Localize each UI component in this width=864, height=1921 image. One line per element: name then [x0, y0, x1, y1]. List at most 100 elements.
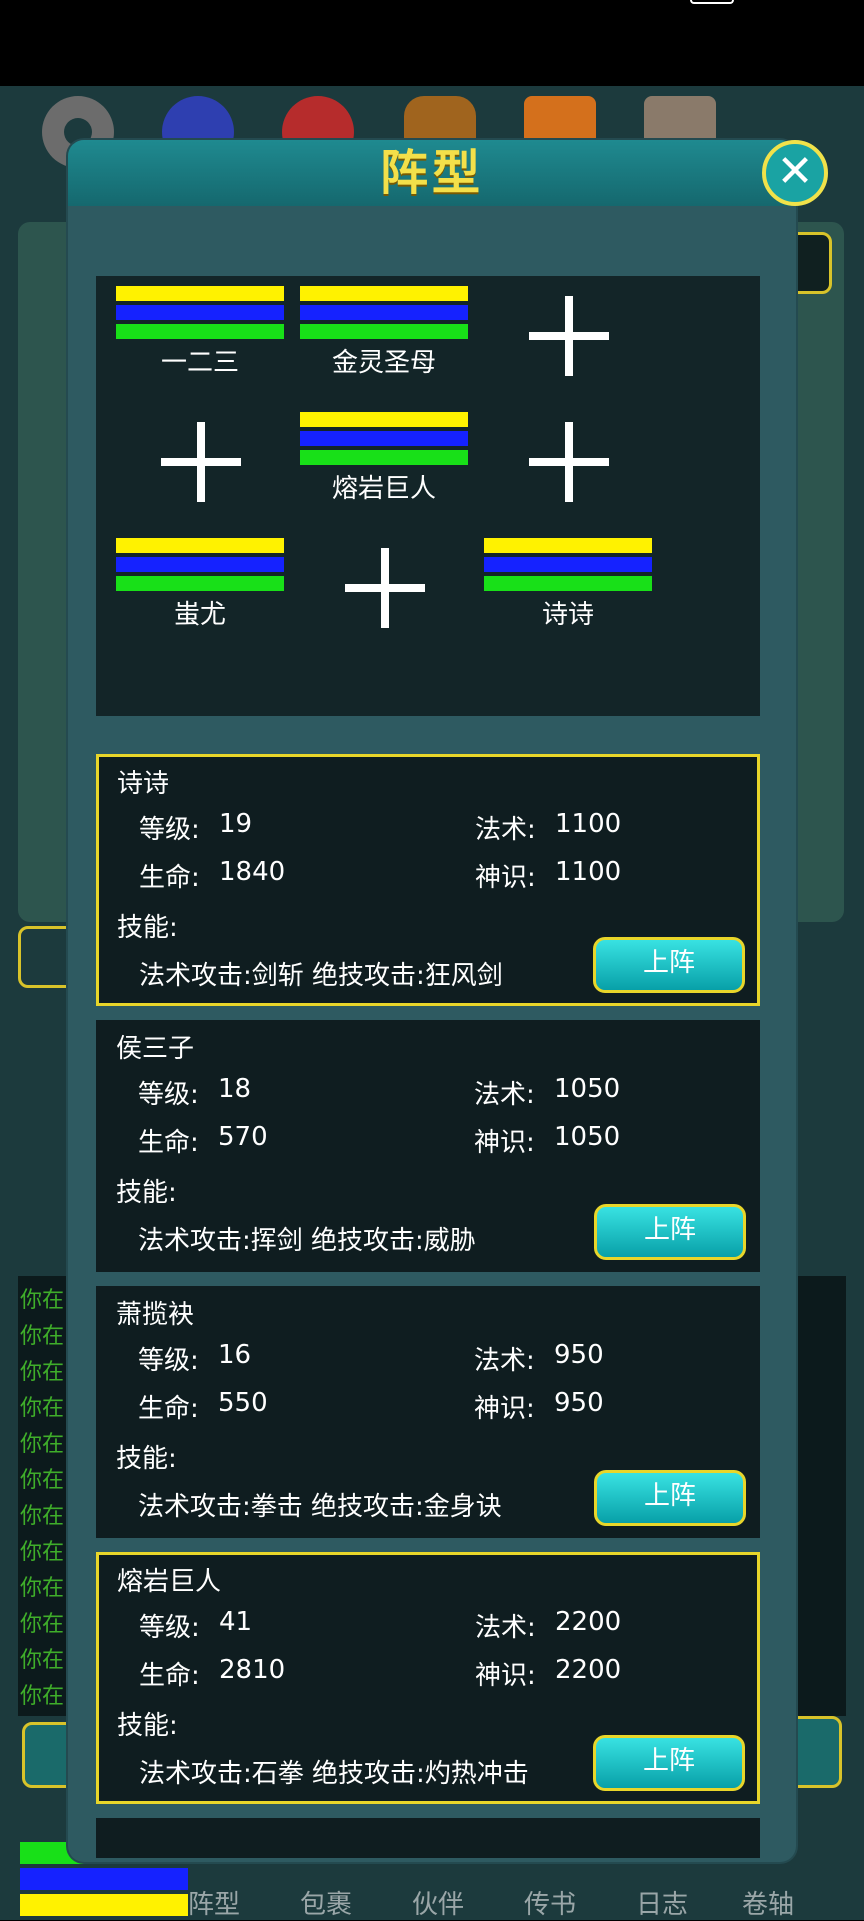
hero-card-partial[interactable] [96, 1818, 760, 1858]
formation-slot-2[interactable]: 金灵圣母 [300, 276, 470, 416]
formation-slot-name: 熔岩巨人 [331, 474, 436, 504]
log-line: 你在 [20, 1360, 65, 1385]
add-hero-plus-icon[interactable] [529, 422, 609, 502]
formation-slot-6[interactable] [484, 402, 654, 542]
modal-header: 阵型 [68, 140, 796, 206]
hp-label: 生命: [139, 1661, 200, 1691]
formation-slot-4[interactable] [116, 402, 286, 542]
skills-label: 技能: [117, 1711, 178, 1741]
hero-flag-icon [300, 286, 468, 343]
sense-value: 1100 [555, 857, 622, 887]
close-button[interactable]: ✕ [762, 140, 828, 206]
modal-title: 阵型 [379, 145, 484, 201]
magic-value: 950 [554, 1340, 604, 1370]
log-line: 你在 [20, 1648, 65, 1673]
hero-card[interactable]: 熔岩巨人等级: 41 法术: 2200 生命: 2810 神识: 2200 技能: 法术攻击:石拳… [96, 1552, 760, 1804]
log-line: 你在 [20, 1684, 65, 1709]
log-line: 你在 [20, 1396, 65, 1421]
hero-list[interactable]: 诗诗等级: 19 法术: 1100 生命: 1840 神识: 1100 技能: 法术攻击:剑斩 绝… [96, 754, 760, 1862]
magic-value: 1050 [554, 1074, 621, 1104]
hero-name: 萧揽袂 [116, 1300, 195, 1330]
formation-modal: 阵型 一二三 金灵圣母 熔岩巨人 蚩尤 诗诗 诗诗 等级: 19 法术: 1100 生命: 1840… [68, 140, 796, 1862]
formation-slot-7[interactable]: 蚩尤 [116, 528, 286, 668]
nav-item[interactable]: 卷轴 [718, 1884, 818, 1921]
sense-label: 神识: [475, 1661, 536, 1691]
level-value: 19 [219, 809, 253, 839]
deploy-button[interactable]: 上阵 [593, 937, 745, 993]
magic-label: 法术: [474, 1346, 535, 1376]
hero-flag-icon [116, 538, 284, 595]
log-line: 你在 [20, 1612, 65, 1637]
log-line: 你在 [20, 1540, 65, 1565]
status-bar [0, 0, 864, 86]
hp-value: 550 [218, 1388, 268, 1418]
deploy-button[interactable]: 上阵 [594, 1204, 746, 1260]
add-hero-plus-icon[interactable] [161, 422, 241, 502]
hp-label: 生命: [138, 1128, 199, 1158]
skills-text: 法术攻击:石拳 绝技攻击:灼热冲击 [139, 1759, 529, 1789]
deploy-button[interactable]: 上阵 [594, 1470, 746, 1526]
hero-flag-icon [484, 538, 652, 595]
deploy-button[interactable]: 上阵 [593, 1735, 745, 1791]
hp-label: 生命: [139, 863, 200, 893]
sense-label: 神识: [474, 1394, 535, 1424]
hero-card[interactable]: 萧揽袂 等级: 16 法术: 950 生命: 550 神识: 950 技能: 法术攻击:拳击 绝技攻… [96, 1286, 760, 1538]
level-label: 等级: [139, 1613, 200, 1643]
skills-text: 法术攻击:挥剑 绝技攻击:威胁 [138, 1226, 476, 1256]
log-line: 你在 [20, 1432, 65, 1457]
magic-label: 法术: [474, 1080, 535, 1110]
formation-slot-9[interactable]: 诗诗 [484, 528, 654, 668]
skills-text: 法术攻击:剑斩 绝技攻击:狂风剑 [139, 961, 503, 991]
sense-label: 神识: [475, 863, 536, 893]
sense-value: 1050 [554, 1122, 621, 1152]
level-label: 等级: [139, 815, 200, 845]
hero-flag-icon [116, 286, 284, 343]
formation-slot-name: 蚩尤 [173, 600, 226, 630]
sense-value: 950 [554, 1388, 604, 1418]
formation-slot-1[interactable]: 一二三 [116, 276, 286, 416]
battery-icon [690, 0, 734, 4]
level-label: 等级: [138, 1080, 199, 1110]
magic-value: 2200 [555, 1607, 622, 1637]
hp-value: 1840 [219, 857, 286, 887]
level-value: 16 [218, 1340, 252, 1370]
formation-slot-name: 诗诗 [541, 600, 594, 630]
formation-slot-3[interactable] [484, 276, 654, 416]
skills-label: 技能: [116, 1444, 177, 1474]
hero-name: 熔岩巨人 [117, 1567, 222, 1597]
hero-card[interactable]: 诗诗等级: 19 法术: 1100 生命: 1840 神识: 1100 技能: 法术攻击:剑斩 绝… [96, 754, 760, 1006]
nav-item[interactable]: 伙伴 [388, 1884, 488, 1921]
hp-value: 2810 [219, 1655, 286, 1685]
log-line: 你在 [20, 1468, 65, 1493]
level-value: 18 [218, 1074, 252, 1104]
magic-value: 1100 [555, 809, 622, 839]
hero-card[interactable]: 侯三子等级: 18 法术: 1050 生命: 570 神识: 1050 技能: 法术攻击:挥剑 绝… [96, 1020, 760, 1272]
sense-value: 2200 [555, 1655, 622, 1685]
nav-item[interactable]: 日志 [612, 1884, 712, 1921]
add-hero-plus-icon[interactable] [345, 548, 425, 628]
status-icons [110, 0, 270, 6]
hero-flag-icon [300, 412, 468, 469]
skills-label: 技能: [116, 1178, 177, 1208]
formation-grid: 一二三 金灵圣母熔岩巨人蚩尤 诗诗 [96, 276, 760, 716]
formation-slot-name: 一二三 [160, 348, 239, 378]
sense-label: 神识: [474, 1128, 535, 1158]
nav-item[interactable]: 包裹 [276, 1884, 376, 1921]
nav-item[interactable]: 传书 [500, 1884, 600, 1921]
add-hero-plus-icon[interactable] [529, 296, 609, 376]
level-label: 等级: [138, 1346, 199, 1376]
formation-slot-name: 金灵圣母 [331, 348, 436, 378]
skills-label: 技能: [117, 913, 178, 943]
log-line: 你在 [20, 1504, 65, 1529]
log-line: 你在 [20, 1576, 65, 1601]
hp-label: 生命: [138, 1394, 199, 1424]
magic-label: 法术: [475, 815, 536, 845]
formation-slot-5[interactable]: 熔岩巨人 [300, 402, 470, 542]
log-line: 你在 [20, 1288, 65, 1313]
hero-name: 侯三子 [116, 1034, 195, 1064]
hero-name: 诗诗 [117, 769, 170, 799]
magic-label: 法术: [475, 1613, 536, 1643]
level-value: 41 [219, 1607, 253, 1637]
hp-value: 570 [218, 1122, 268, 1152]
formation-slot-8[interactable] [300, 528, 470, 668]
